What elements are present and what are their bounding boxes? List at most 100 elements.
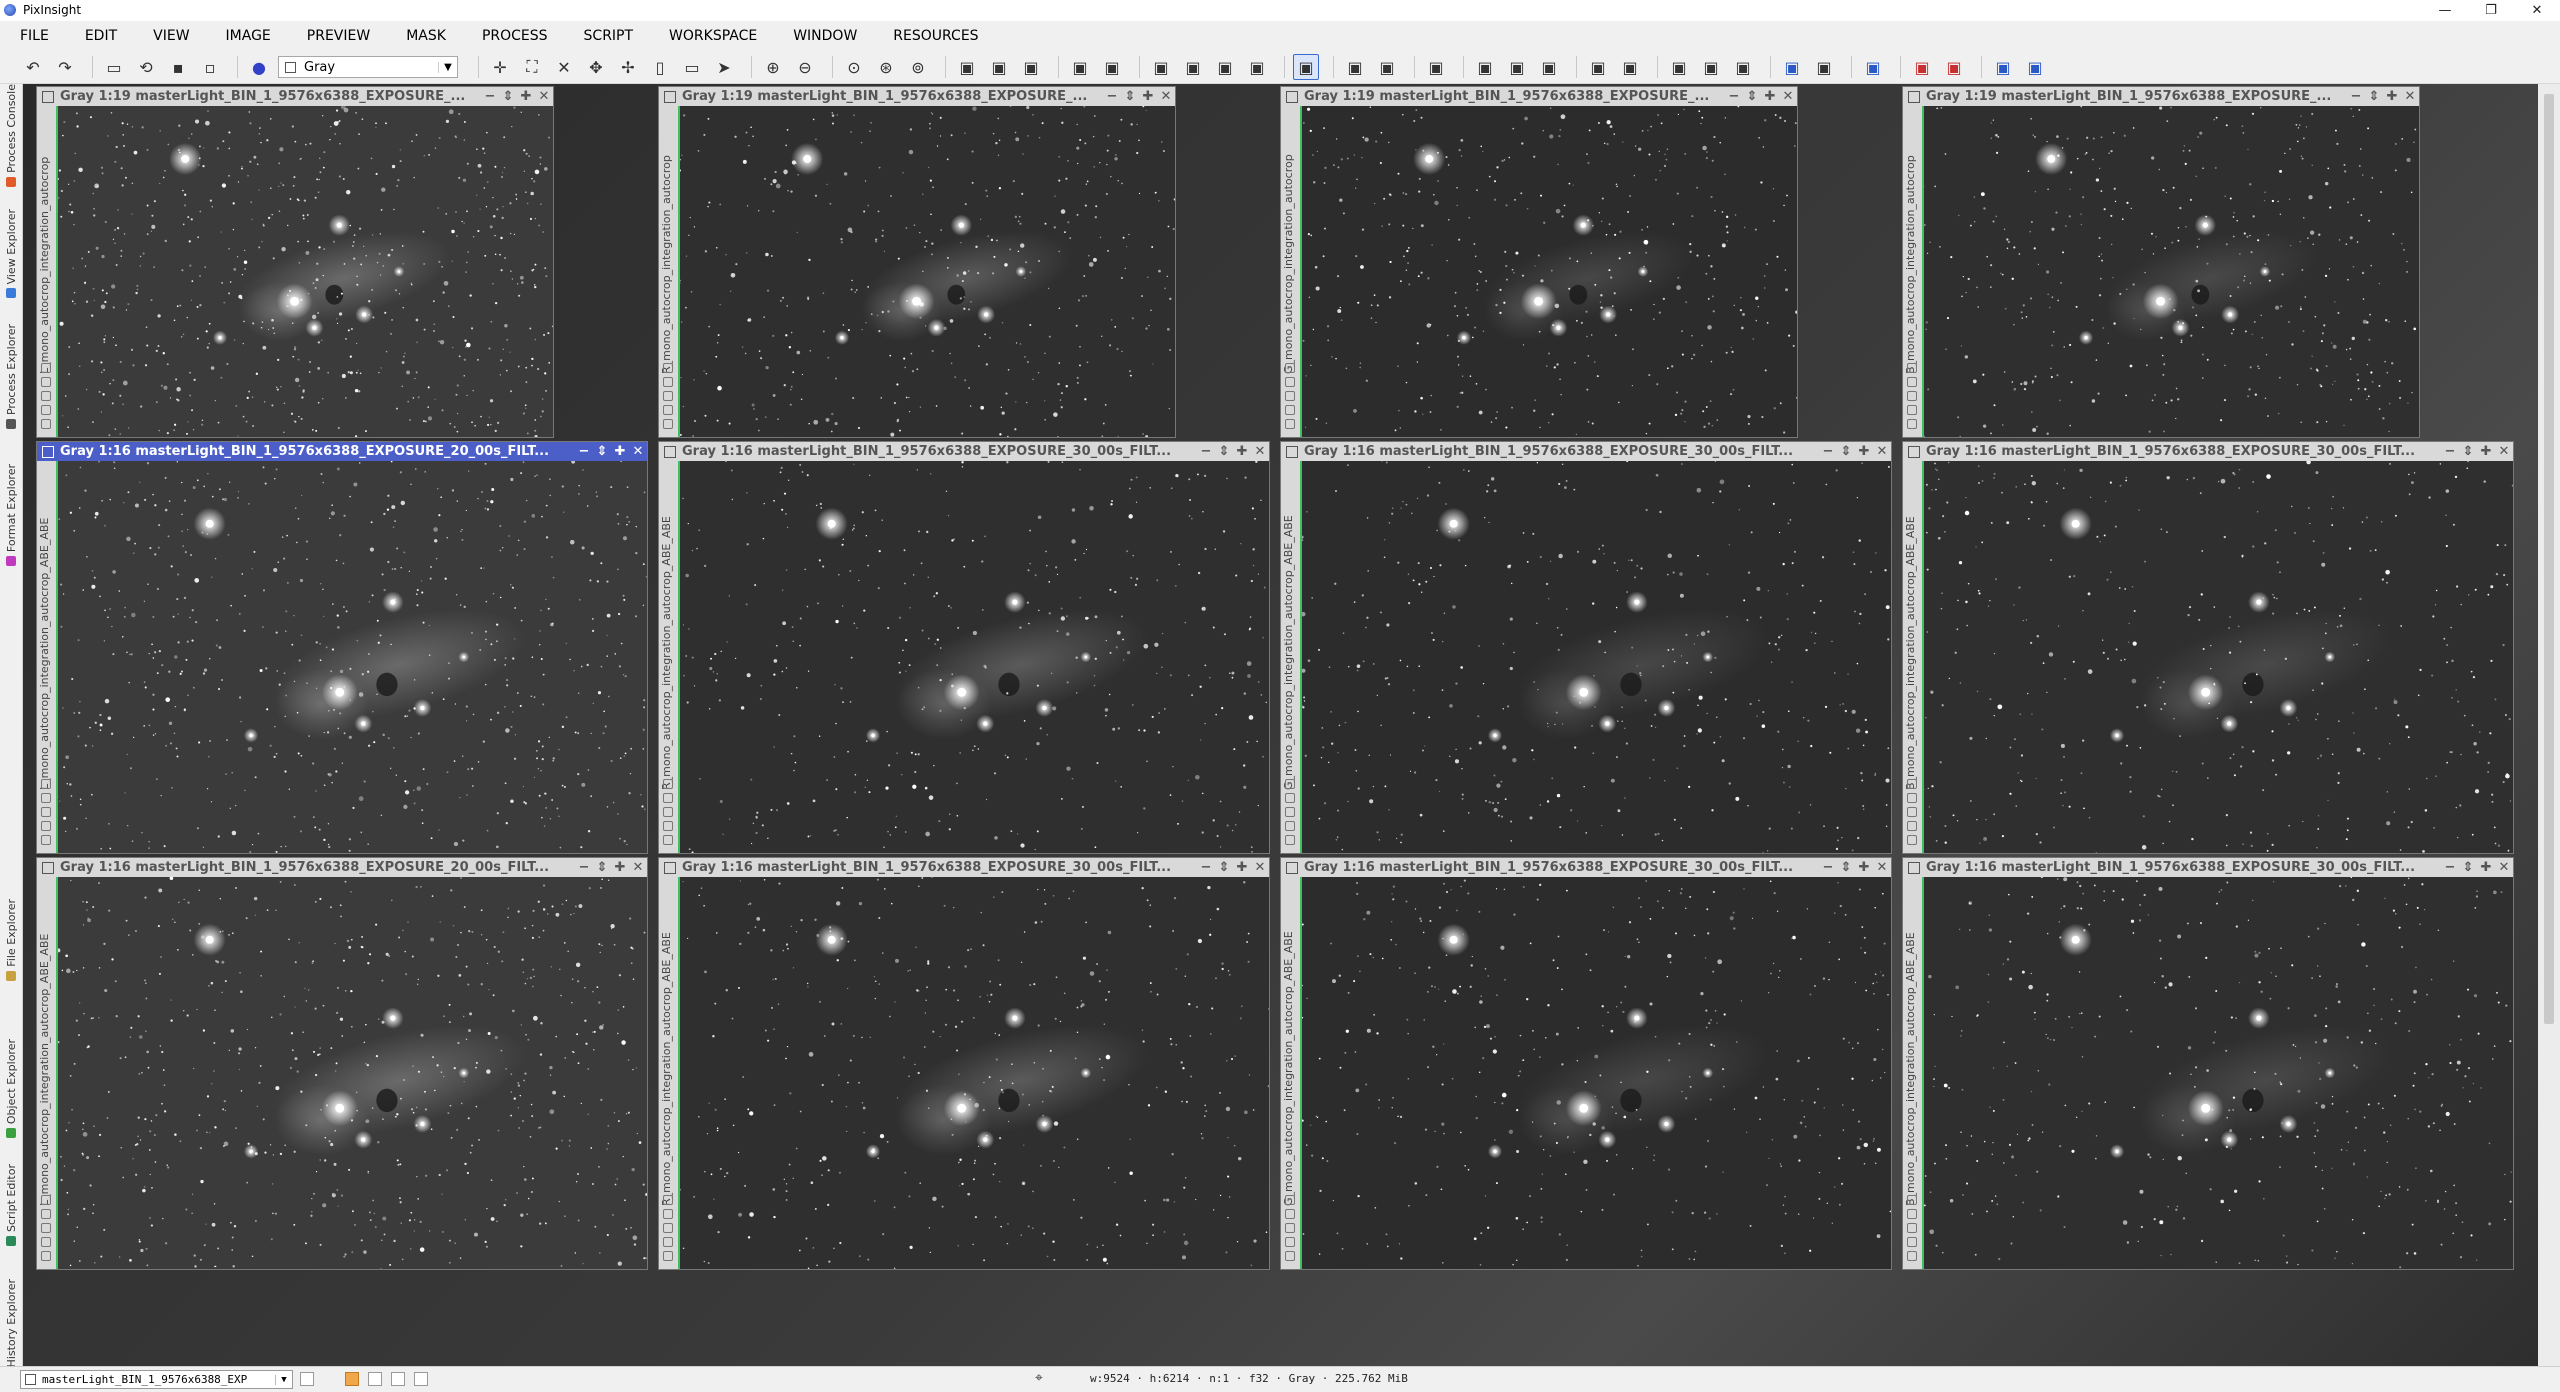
- dock-tab-view-explorer[interactable]: View Explorer: [0, 209, 22, 319]
- image-window[interactable]: Gray 1:16 masterLight_BIN_1_9576x6388_EX…: [658, 857, 1270, 1270]
- view-tab-mini-icon[interactable]: [1907, 1209, 1917, 1219]
- view-tab-mini-icon[interactable]: [1285, 821, 1295, 831]
- view-tab-mini-icon[interactable]: [41, 1237, 51, 1247]
- maximize-icon[interactable]: ✚: [2477, 444, 2495, 459]
- save-as-button[interactable]: ▫: [197, 54, 223, 80]
- mask-4-button[interactable]: ▣: [1244, 54, 1270, 80]
- view-tab-mini-icon[interactable]: [663, 821, 673, 831]
- maximize-icon[interactable]: ✚: [1139, 89, 1157, 104]
- maximize-icon[interactable]: ✚: [611, 860, 629, 875]
- view-toggle-button[interactable]: [300, 1372, 314, 1386]
- view-tab-mini-icon[interactable]: [41, 821, 51, 831]
- view-tab-mini-icon[interactable]: [663, 419, 673, 429]
- view-tab-mini-icon[interactable]: [1907, 807, 1917, 817]
- dock-tab-process-console[interactable]: Process Console: [0, 84, 22, 204]
- image-canvas[interactable]: [1922, 461, 2513, 853]
- menu-resources[interactable]: RESOURCES: [883, 28, 988, 44]
- stf-1-button[interactable]: ▣: [1342, 54, 1368, 80]
- close-icon[interactable]: ✕: [1873, 444, 1891, 459]
- close-icon[interactable]: ✕: [2401, 89, 2419, 104]
- image-canvas[interactable]: [678, 106, 1175, 437]
- image-window-title-bar[interactable]: Gray 1:19 masterLight_BIN_1_9576x6388_EX…: [1903, 87, 2419, 106]
- view-tab-mini-icon[interactable]: [41, 391, 51, 401]
- view-tab-mini-icon[interactable]: [1907, 377, 1917, 387]
- close-button[interactable]: ✕: [2514, 0, 2560, 21]
- readout-swatch-4[interactable]: [414, 1372, 428, 1386]
- view-tab-mini-icon[interactable]: [663, 1251, 673, 1261]
- hist-3-button[interactable]: ▣: [1536, 54, 1562, 80]
- zoom-fit-button[interactable]: ⛶: [519, 54, 545, 80]
- view-tab-mini-icon[interactable]: [1285, 793, 1295, 803]
- reopen-button[interactable]: ⟲: [133, 54, 159, 80]
- panel-2-button[interactable]: ▣: [1617, 54, 1643, 80]
- color-space-button[interactable]: ●: [246, 54, 272, 80]
- save-button[interactable]: ▪: [165, 54, 191, 80]
- minimize-icon[interactable]: −: [481, 89, 499, 104]
- maximize-icon[interactable]: ✚: [2477, 860, 2495, 875]
- scrollbar-thumb[interactable]: [2544, 94, 2554, 1024]
- menu-preview[interactable]: PREVIEW: [297, 28, 380, 44]
- minimize-icon[interactable]: −: [1819, 444, 1837, 459]
- open-button[interactable]: ▭: [101, 54, 127, 80]
- readout-color-swatch[interactable]: [345, 1372, 359, 1386]
- readout-swatch-3[interactable]: [391, 1372, 405, 1386]
- edit-preview-button[interactable]: ▯: [647, 54, 673, 80]
- view-tab-mini-icon[interactable]: [41, 405, 51, 415]
- view-id-tab[interactable]: L_mono_autocrop_integration_autocrop_ABE…: [37, 461, 57, 853]
- shade-icon[interactable]: ⇕: [1837, 860, 1855, 875]
- view-tab-mini-icon[interactable]: [1907, 1223, 1917, 1233]
- blue-1-button[interactable]: ▣: [1990, 54, 2016, 80]
- export-button[interactable]: ▣: [1860, 54, 1886, 80]
- view-tab-mini-icon[interactable]: [663, 391, 673, 401]
- menu-mask[interactable]: MASK: [396, 28, 456, 44]
- view-tab-mini-icon[interactable]: [1285, 391, 1295, 401]
- view-tab-mini-icon[interactable]: [41, 835, 51, 845]
- undo-button[interactable]: ↶: [20, 54, 46, 80]
- minimize-icon[interactable]: −: [1725, 89, 1743, 104]
- view-tab-mini-icon[interactable]: [663, 793, 673, 803]
- dock-tab-object-explorer[interactable]: Object Explorer: [0, 1039, 22, 1159]
- view-tab-mini-icon[interactable]: [1285, 419, 1295, 429]
- dock-tab-file-explorer[interactable]: File Explorer: [0, 899, 22, 1034]
- layout-2-button[interactable]: ▣: [1099, 54, 1125, 80]
- minimize-icon[interactable]: −: [1197, 444, 1215, 459]
- script-1-button[interactable]: ▣: [1666, 54, 1692, 80]
- view-tab-mini-icon[interactable]: [663, 1209, 673, 1219]
- view-tab-mini-icon[interactable]: [1907, 835, 1917, 845]
- maximize-icon[interactable]: ✚: [1233, 444, 1251, 459]
- image-window[interactable]: Gray 1:19 masterLight_BIN_1_9576x6388_EX…: [1280, 86, 1798, 438]
- close-icon[interactable]: ✕: [1873, 860, 1891, 875]
- image-window-title-bar[interactable]: Gray 1:16 masterLight_BIN_1_9576x6388_EX…: [659, 858, 1269, 877]
- image-window[interactable]: Gray 1:16 masterLight_BIN_1_9576x6388_EX…: [658, 441, 1270, 854]
- image-canvas[interactable]: [1300, 877, 1891, 1269]
- mask-1-button[interactable]: ▣: [1148, 54, 1174, 80]
- mask-3-button[interactable]: ▣: [1212, 54, 1238, 80]
- image-canvas[interactable]: [1922, 106, 2419, 437]
- menu-image[interactable]: IMAGE: [216, 28, 281, 44]
- rect-button[interactable]: ▭: [679, 54, 705, 80]
- script-3-button[interactable]: ▣: [1730, 54, 1756, 80]
- view-tab-mini-icon[interactable]: [1907, 1251, 1917, 1261]
- menu-process[interactable]: PROCESS: [472, 28, 558, 44]
- close-icon[interactable]: ✕: [1779, 89, 1797, 104]
- view-id-tab[interactable]: R_mono_autocrop_integration_autocrop_ABE…: [659, 877, 679, 1269]
- close-icon[interactable]: ✕: [2495, 860, 2513, 875]
- maximize-icon[interactable]: ✚: [1855, 444, 1873, 459]
- close-icon[interactable]: ✕: [1251, 860, 1269, 875]
- view-tab-mini-icon[interactable]: [663, 1223, 673, 1233]
- image-canvas[interactable]: [56, 877, 647, 1269]
- view-tab-mini-icon[interactable]: [1285, 1209, 1295, 1219]
- maximize-icon[interactable]: ✚: [517, 89, 535, 104]
- zoom-out-button[interactable]: ⊖: [792, 54, 818, 80]
- readout-button[interactable]: ✛: [487, 54, 513, 80]
- dock-tab-history-explorer[interactable]: History Explorer: [0, 1279, 22, 1367]
- image-window-title-bar[interactable]: Gray 1:16 masterLight_BIN_1_9576x6388_EX…: [1281, 858, 1891, 877]
- view-tab-mini-icon[interactable]: [1285, 779, 1295, 789]
- view-id-tab[interactable]: G_mono_autocrop_integration_autocrop_ABE…: [1281, 877, 1301, 1269]
- view-tab-mini-icon[interactable]: [1285, 405, 1295, 415]
- mask-2-button[interactable]: ▣: [1180, 54, 1206, 80]
- shade-icon[interactable]: ⇕: [593, 860, 611, 875]
- red-1-button[interactable]: ▣: [1909, 54, 1935, 80]
- image-canvas[interactable]: [678, 877, 1269, 1269]
- minimize-icon[interactable]: −: [1819, 860, 1837, 875]
